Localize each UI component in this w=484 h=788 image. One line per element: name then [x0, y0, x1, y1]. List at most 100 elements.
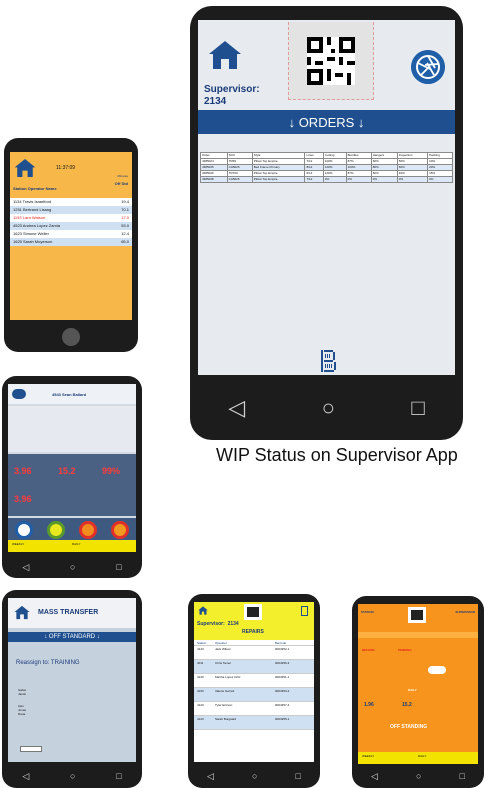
home-icon[interactable] — [12, 389, 26, 399]
home-icon[interactable] — [14, 158, 36, 178]
footer-bar: WEEKLY DAILY — [8, 540, 136, 552]
orders-title: ↓ ORDERS ↓ — [288, 114, 365, 130]
repairs-screen: Supervisor: 2134 REPAIRS Station Operator… — [194, 602, 314, 762]
back-icon[interactable]: ◁ — [22, 771, 29, 782]
table-cell: 4385028 — [200, 176, 228, 183]
clock: 11:37:09 — [56, 165, 76, 171]
operator-list-phone: 11:37:09 Minutes Station Operator Name O… — [4, 138, 138, 352]
home-button-icon[interactable] — [62, 328, 80, 346]
home-nav-icon[interactable]: ○ — [416, 771, 421, 781]
operator-title: 4543 Sean Ballard — [52, 392, 87, 397]
list-item[interactable]: 4523 Andrea Lopez Zamia 53.0 — [10, 222, 132, 230]
recents-icon[interactable]: □ — [116, 771, 121, 781]
qr-code-icon[interactable] — [244, 604, 262, 620]
recents-icon[interactable]: □ — [296, 771, 301, 781]
weekly-tab[interactable]: WEEKLY — [12, 542, 24, 546]
recents-icon[interactable]: □ — [460, 771, 465, 781]
operator-list-screen: 11:37:09 Minutes Station Operator Name O… — [10, 152, 132, 320]
col-off-std: Off Std — [114, 181, 128, 186]
list-item[interactable]: 1623 Simone Weller 12.4 — [10, 230, 132, 238]
supervisor-screen: Supervisor: 2134 ↓ ORDERS ↓ Order SOC St… — [198, 20, 455, 375]
mass-transfer-phone: MASS TRANSFER ↓ OFF STANDARD ↓ Reassign … — [2, 590, 142, 788]
list-item[interactable]: 1251 Bertrand Lisang 70.1 — [10, 206, 132, 214]
android-nav-bar: ◁ ○ □ — [352, 764, 484, 788]
table-row[interactable]: 4120 Tyler Ericson 0004357-4 — [194, 702, 314, 716]
back-icon[interactable]: ◁ — [207, 771, 214, 782]
metric-2: 15.2 — [58, 466, 76, 476]
chat-button[interactable] — [15, 521, 33, 539]
camera-shutter-icon[interactable] — [411, 50, 445, 84]
mass-transfer-header: MASS TRANSFER — [8, 598, 136, 628]
android-nav-bar: ◁ ○ □ — [188, 764, 320, 788]
supervisor-label: Supervisor: 2134 — [204, 84, 260, 107]
station-status-screen: STATION SUPERVISOR BEFORE PENDING DAILY … — [358, 604, 478, 764]
table-row[interactable]: 4123 Sarah Burgaard 0004355-1 — [194, 716, 314, 730]
list-item[interactable]: 1193 Lara Watson 17.0 — [10, 214, 132, 222]
value-1: 1.96 — [364, 702, 374, 708]
supervisor-label: Supervisor: 2134 — [197, 621, 239, 627]
repairs-title: REPAIRS — [242, 629, 264, 635]
home-icon[interactable] — [198, 606, 208, 615]
home-nav-icon[interactable]: ○ — [70, 562, 75, 572]
list-item[interactable]: 1625 Sarah Moyerson 65.0 — [10, 238, 132, 246]
daily-tab[interactable]: DAILY — [72, 542, 80, 546]
footer-bar: WEEKLY DAILY — [358, 752, 478, 764]
table-cell: 0% — [396, 176, 429, 183]
table-cell: Pillow Top Empire — [251, 176, 306, 183]
pending-label: PENDING — [398, 648, 412, 652]
submit-button[interactable] — [20, 746, 42, 752]
table-cell: 0% — [427, 176, 453, 183]
orders-header[interactable]: ↓ ORDERS ↓ — [198, 110, 455, 134]
repairs-phone: Supervisor: 2134 REPAIRS Station Operator… — [188, 594, 320, 788]
status-button[interactable] — [428, 666, 446, 674]
table-cell: 0% — [322, 176, 347, 183]
weekly-tab[interactable]: WEEKLY — [362, 754, 374, 758]
supervisor-label: SUPERVISOR — [455, 610, 475, 614]
action-buttons — [8, 518, 136, 542]
recents-icon[interactable]: □ — [411, 395, 424, 421]
orders-table: Order SOC Style Lines Cutting Bundles Ha… — [200, 152, 453, 183]
back-icon[interactable]: ◁ — [228, 395, 245, 421]
android-nav-bar — [4, 322, 138, 352]
back-icon[interactable]: ◁ — [371, 771, 378, 782]
table-row[interactable]: 4011 Chris Tamer 0004356-3 — [194, 660, 314, 674]
sort-button[interactable] — [47, 521, 65, 539]
status-header: 4543 Sean Ballard — [8, 384, 136, 404]
qr-code-icon — [307, 36, 355, 85]
list-item[interactable]: Dana — [18, 712, 78, 716]
back-icon[interactable]: ◁ — [22, 562, 29, 573]
list-item[interactable]: 1134 Travis Israelford 19.4 — [10, 198, 132, 206]
table-row[interactable]: 4385028 CLB026 Pillow Top Empire 7/12 0%… — [200, 176, 453, 183]
android-nav-bar: ◁ ○ □ — [2, 764, 142, 788]
off-standard-bar[interactable]: ↓ OFF STANDARD ↓ — [8, 632, 136, 642]
table-cell: CLB026 — [226, 176, 253, 183]
metrics-panel: 3.96 15.2 99% 3.96 — [8, 454, 136, 516]
value-2: 15.2 — [402, 702, 412, 708]
brand-logo — [301, 606, 308, 616]
recents-icon[interactable]: □ — [116, 562, 121, 572]
caption: WIP Status on Supervisor App — [216, 445, 458, 465]
reassign-label: Reassign to: TRAINING — [16, 660, 80, 666]
home-icon[interactable] — [208, 40, 242, 70]
table-row[interactable]: 4129 Martha Lopez Ortiz 0004351-1 — [194, 674, 314, 688]
list-header: 11:37:09 Minutes Station Operator Name O… — [10, 152, 132, 196]
home-nav-icon[interactable]: ○ — [70, 771, 75, 781]
alert-button[interactable] — [111, 521, 129, 539]
station-status-phone: STATION SUPERVISOR BEFORE PENDING DAILY … — [352, 596, 484, 788]
table-row[interactable]: 4143 Jack Wilson 0004352-1 — [194, 646, 314, 660]
table-cell: 0% — [370, 176, 398, 183]
operator-list: 1134 Travis Israelford 19.4 1251 Bertrand… — [10, 198, 132, 246]
home-nav-icon[interactable]: ○ — [322, 395, 335, 421]
home-icon[interactable] — [14, 605, 30, 620]
mass-transfer-title: MASS TRANSFER — [38, 609, 99, 616]
brand-logo — [321, 350, 336, 372]
qr-scanner[interactable] — [288, 22, 374, 100]
minutes-label: Minutes — [117, 174, 128, 178]
col-station-operator: Station Operator Name — [13, 186, 57, 191]
table-row[interactable]: 4160 Valerie Garrett 0004353-2 — [194, 688, 314, 702]
home-nav-icon[interactable]: ○ — [252, 771, 257, 781]
daily-tab[interactable]: DAILY — [418, 754, 426, 758]
cancel-button[interactable] — [79, 521, 97, 539]
qr-code-icon[interactable] — [408, 607, 426, 623]
list-item[interactable]: Jacob — [18, 692, 78, 696]
